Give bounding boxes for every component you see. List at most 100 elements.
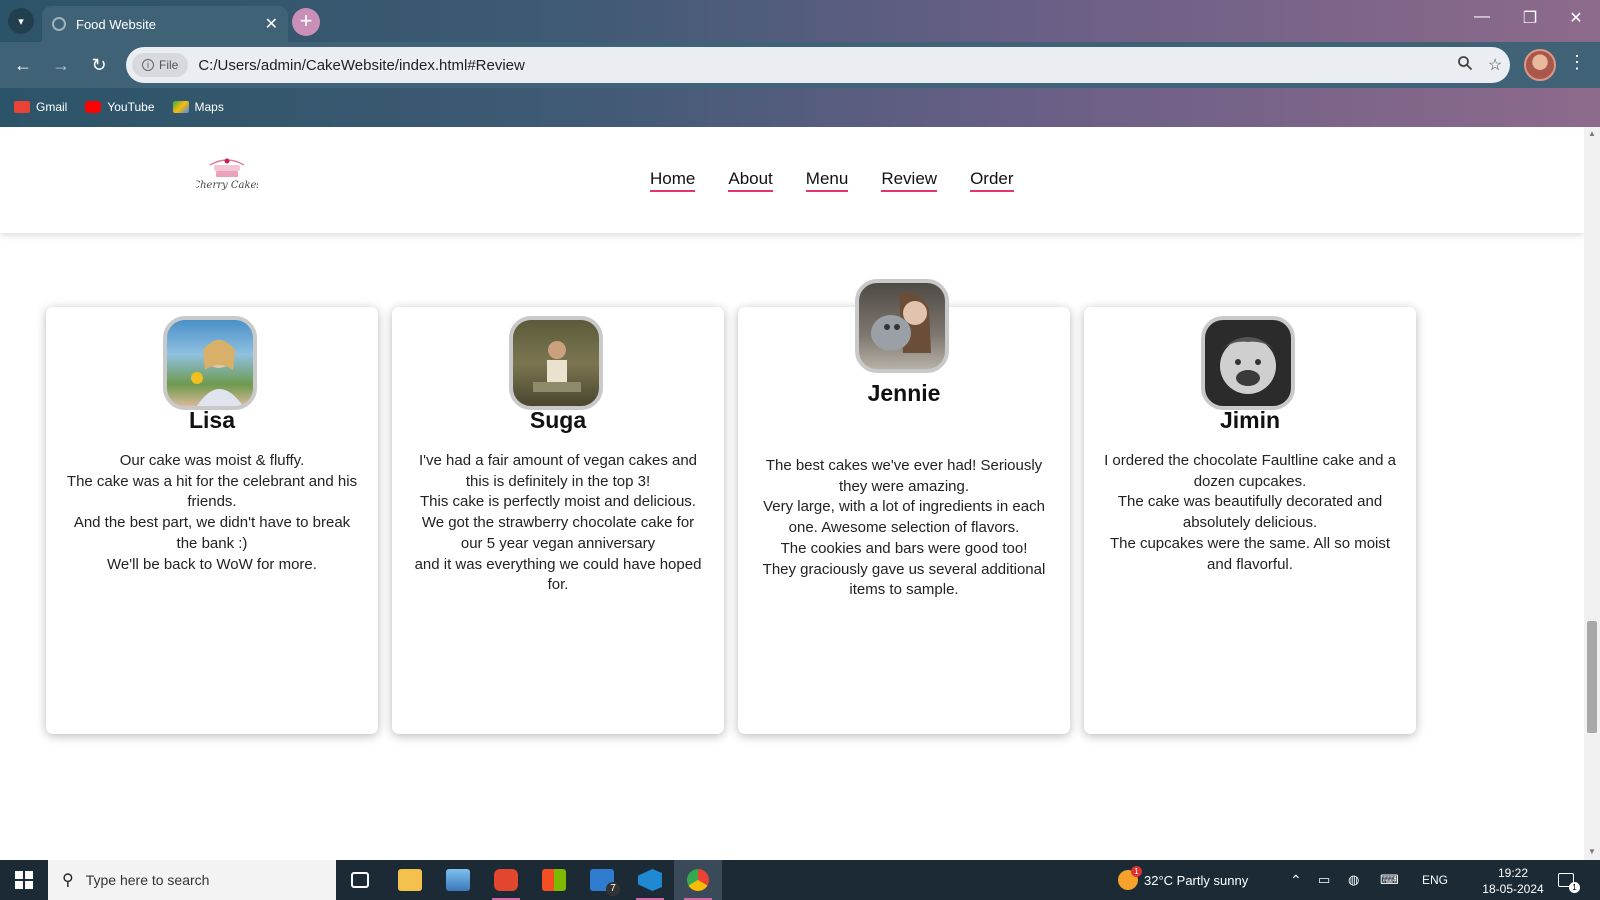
review-line: and it was everything we could have hope… [414,555,702,594]
back-button[interactable]: ← [10,52,36,78]
search-placeholder: Type here to search [85,872,210,888]
bookmarks-bar: Gmail YouTube Maps [0,88,1600,126]
vscode-app[interactable] [626,860,674,900]
store-app[interactable] [530,860,578,900]
keyboard-icon[interactable]: ⌨ [1380,860,1399,900]
tab-strip: ▾ Food Website ✕ + — ❐ ✕ [0,0,1600,42]
clock-time: 19:22 [1497,866,1529,880]
nav-home[interactable]: Home [650,169,696,192]
vscode-icon [638,869,662,891]
nav-review[interactable]: Review [881,169,938,192]
review-line: The cupcakes were the same. All so moist… [1109,534,1391,573]
review-line: Very large, with a lot of ingredients in… [763,498,1045,537]
folder-icon [398,869,422,891]
mail-app[interactable]: 7 [578,860,626,900]
review-line: I've had a fair amount of vegan cakes an… [418,452,698,490]
reviewer-name: Jimin [1219,407,1281,433]
page-scrollbar[interactable]: ▲ ▼ [1584,127,1600,860]
search-icon: ⚲ [62,872,74,889]
review-card-suga: Suga I've had a fair amount of vegan cak… [392,307,724,734]
weather-badge: 1 [1131,866,1142,877]
show-hidden-icons[interactable]: ⌃ [1290,860,1302,900]
task-view-button[interactable] [336,860,384,900]
review-line: And the best part, we didn't have to bre… [73,514,351,552]
url-text[interactable]: C:/Users/admin/CakeWebsite/index.html#Re… [198,57,1450,74]
battery-icon[interactable]: ▭ [1318,860,1330,900]
gmail-icon [14,101,30,113]
globe-icon [52,17,66,31]
cherry-cakes-logo[interactable]: Cherry Cakes [192,151,262,197]
network-globe-icon[interactable]: ◍ [1348,860,1359,900]
site-info-label: File [159,58,179,72]
notification-badge: 1 [1569,882,1580,893]
review-line: The cake was a hit for the celebrant and… [66,472,358,511]
tab-search-button[interactable]: ▾ [8,8,34,34]
review-line: We got the strawberry chocolate cake for… [421,514,695,552]
weather-widget[interactable]: 1 32°C Partly sunny [1118,860,1248,900]
close-window-button[interactable]: ✕ [1556,8,1596,28]
start-button[interactable] [0,860,48,900]
profile-avatar[interactable] [1524,49,1556,81]
nav-about[interactable]: About [728,169,773,192]
browser-menu-icon[interactable]: ⋮ [1568,52,1586,73]
site-info-chip[interactable]: i File [132,53,189,77]
bookmark-label: Maps [194,100,224,114]
avatar [509,316,603,410]
taskbar-search[interactable]: ⚲ Type here to search [48,860,336,900]
bookmark-label: YouTube [107,100,155,114]
minimize-button[interactable]: — [1462,8,1502,26]
wps-app[interactable] [482,860,530,900]
active-tab[interactable]: Food Website ✕ [42,6,288,42]
forward-button[interactable]: → [48,52,74,78]
reviewer-name: Suga [529,407,587,433]
bookmark-gmail[interactable]: Gmail [14,100,67,114]
system-clock[interactable]: 19:22 18-05-2024 [1478,865,1548,897]
chrome-icon [687,869,709,891]
chrome-app[interactable] [674,860,722,900]
scroll-up-arrow-icon[interactable]: ▲ [1587,129,1597,138]
close-tab-icon[interactable]: ✕ [265,14,278,34]
scrollbar-thumb[interactable] [1587,621,1597,733]
restore-button[interactable]: ❐ [1510,8,1550,28]
wps-icon [494,869,518,891]
file-explorer-app[interactable] [386,860,434,900]
notification-center[interactable]: 1 [1558,860,1580,900]
review-card-lisa: Lisa Our cake was moist & fluffy. The ca… [46,307,378,734]
review-text: The best cakes we've ever had! Seriously… [756,456,1052,601]
windows-logo-icon [15,871,33,889]
main-nav: Home About Menu Review Order [650,169,1014,192]
review-card-jimin: Jimin I ordered the chocolate Faultline … [1084,307,1416,734]
address-bar[interactable]: i File C:/Users/admin/CakeWebsite/index.… [126,47,1510,83]
zoom-icon[interactable] [1450,55,1480,76]
page-viewport: Cherry Cakes Home About Menu Review Orde… [0,127,1584,860]
new-tab-button[interactable]: + [292,8,320,36]
language-indicator[interactable]: ENG [1422,860,1448,900]
review-card-jennie: Jennie The best cakes we've ever had! Se… [738,279,1070,734]
nav-order[interactable]: Order [970,169,1014,192]
review-text: Our cake was moist & fluffy. The cake wa… [64,451,360,575]
review-line: They graciously gave us several addition… [762,560,1046,599]
clock-date: 18-05-2024 [1482,882,1544,896]
weather-text: 32°C Partly sunny [1144,872,1249,888]
reviewer-name: Jennie [867,380,941,406]
browser-toolbar: ← → ↻ i File C:/Users/admin/CakeWebsite/… [0,42,1600,88]
review-line: The best cakes we've ever had! Seriously… [765,457,1043,495]
review-text: I ordered the chocolate Faultline cake a… [1102,451,1398,575]
review-text: I've had a fair amount of vegan cakes an… [410,451,706,596]
nav-menu[interactable]: Menu [805,169,849,192]
bookmark-label: Gmail [36,100,68,114]
review-line: I ordered the chocolate Faultline cake a… [1104,452,1396,490]
youtube-icon [85,101,102,113]
photos-icon [446,869,470,891]
reload-button[interactable]: ↻ [86,52,112,78]
site-header: Cherry Cakes Home About Menu Review Orde… [0,127,1584,233]
weather-sun-icon: 1 [1118,866,1142,890]
scroll-down-arrow-icon[interactable]: ▼ [1587,847,1597,856]
bookmark-star-icon[interactable]: ☆ [1480,55,1510,75]
bookmark-youtube[interactable]: YouTube [85,100,155,114]
notification-icon: 1 [1558,873,1580,893]
maps-icon [172,101,189,113]
bookmark-maps[interactable]: Maps [172,100,224,114]
photos-app[interactable] [434,860,482,900]
avatar [1201,316,1295,410]
